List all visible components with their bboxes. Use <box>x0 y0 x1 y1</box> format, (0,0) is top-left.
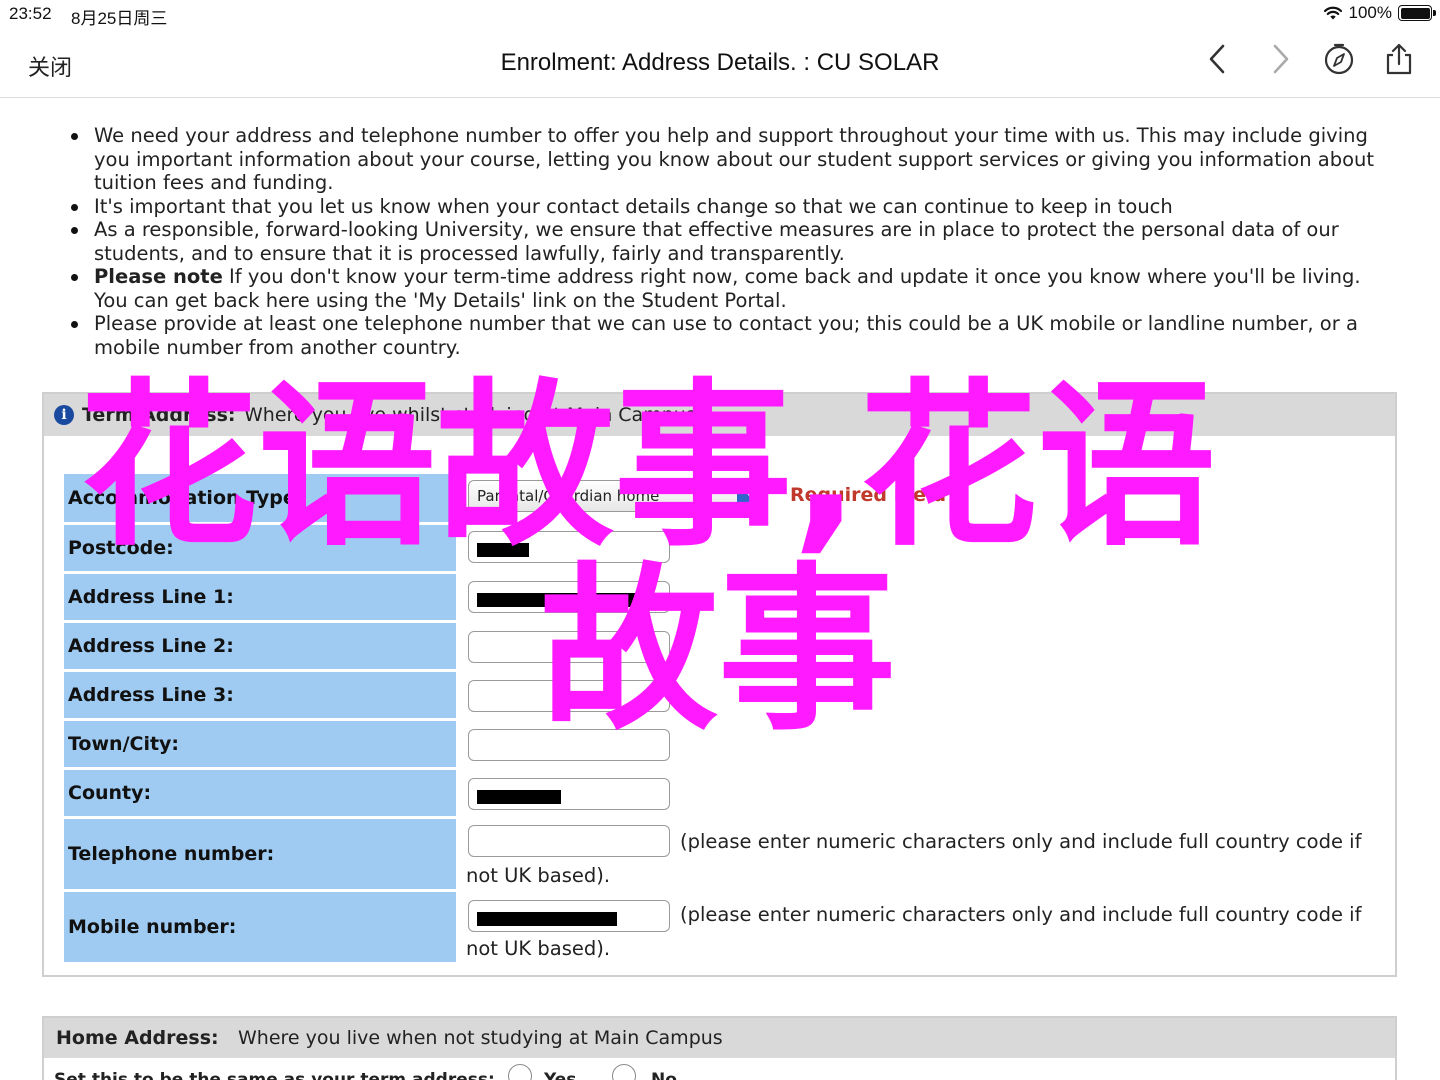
mobile-hint: (please enter numeric characters only an… <box>466 903 1362 960</box>
share-icon[interactable] <box>1382 42 1416 76</box>
term-address-description: Where you live whilst studying at Main C… <box>244 404 702 426</box>
address-line-2-row: Address Line 2: <box>64 623 1384 669</box>
accommodation-type-select[interactable]: Parental/Guardian home <box>468 480 768 512</box>
redacted-value <box>477 790 561 804</box>
telephone-field: (please enter numeric characters only an… <box>466 819 1384 889</box>
address-line-1-label: Address Line 1: <box>64 574 456 620</box>
mobile-field: (please enter numeric characters only an… <box>466 892 1384 962</box>
county-label: County: <box>64 770 456 816</box>
address-line-3-label: Address Line 3: <box>64 672 456 718</box>
browser-navbar: 关闭 Enrolment: Address Details. : CU SOLA… <box>0 28 1440 98</box>
no-radio[interactable] <box>612 1064 636 1080</box>
postcode-input[interactable] <box>468 531 670 563</box>
nav-icon-group <box>1202 42 1416 76</box>
redacted-value <box>477 593 657 607</box>
postcode-field <box>468 525 1384 571</box>
chevron-right-icon[interactable] <box>1262 42 1296 76</box>
accommodation-type-label: Accommodation Type: <box>64 474 456 522</box>
list-item: It's important that you let us know when… <box>70 195 1400 219</box>
battery-percent: 100% <box>1348 3 1392 22</box>
chevron-down-icon[interactable] <box>737 481 767 511</box>
address-line-2-label: Address Line 2: <box>64 623 456 669</box>
mobile-label: Mobile number: <box>64 892 456 962</box>
accommodation-type-value: Parental/Guardian home <box>477 487 660 505</box>
same-as-term-question: Set this to be the same as your term add… <box>54 1070 495 1080</box>
address-line-2-field <box>468 623 1384 669</box>
chevron-left-icon[interactable] <box>1202 42 1236 76</box>
county-field <box>468 770 1384 816</box>
home-address-header: Home Address: Where you live when not st… <box>44 1018 1395 1058</box>
term-address-panel: i Term Address: Where you live whilst st… <box>42 392 1397 977</box>
list-item: We need your address and telephone numbe… <box>70 124 1400 195</box>
telephone-hint: (please enter numeric characters only an… <box>466 830 1362 887</box>
mobile-row: Mobile number: (please enter numeric cha… <box>64 892 1384 962</box>
address-line-1-row: Address Line 1: <box>64 574 1384 620</box>
intro-bullet-list: We need your address and telephone numbe… <box>70 124 1400 359</box>
list-item: Please provide at least one telephone nu… <box>70 312 1400 359</box>
address-line-1-field <box>468 574 1384 620</box>
town-city-row: Town/City: <box>64 721 1384 767</box>
county-row: County: <box>64 770 1384 816</box>
info-icon: i <box>54 405 74 425</box>
status-bar: 23:52 8月25日周三 100% <box>0 0 1440 28</box>
status-date: 8月25日周三 <box>71 9 168 28</box>
status-time: 23:52 <box>9 4 52 23</box>
yes-radio-label: Yes <box>544 1070 577 1080</box>
town-city-field <box>468 721 1384 767</box>
intro-text: We need your address and telephone numbe… <box>70 124 1400 359</box>
accommodation-type-field: Parental/Guardian home Required Field <box>468 474 1384 522</box>
telephone-label: Telephone number: <box>64 819 456 889</box>
battery-icon <box>1398 5 1436 21</box>
county-input[interactable] <box>468 778 670 810</box>
status-right: 100% <box>1323 3 1436 23</box>
address-line-1-input[interactable] <box>468 581 670 613</box>
please-note-text: If you don't know your term-time address… <box>94 265 1361 312</box>
term-address-heading: Term Address: <box>82 404 236 426</box>
town-city-label: Town/City: <box>64 721 456 767</box>
telephone-row: Telephone number: (please enter numeric … <box>64 819 1384 889</box>
term-address-header: i Term Address: Where you live whilst st… <box>44 394 1395 436</box>
yes-radio[interactable] <box>508 1064 532 1080</box>
home-address-panel: Home Address: Where you live when not st… <box>42 1016 1397 1080</box>
compass-icon[interactable] <box>1322 42 1356 76</box>
wifi-icon <box>1323 6 1342 20</box>
please-note-label: Please note <box>94 265 223 288</box>
home-address-heading: Home Address: <box>56 1027 219 1049</box>
address-line-3-row: Address Line 3: <box>64 672 1384 718</box>
home-address-description: Where you live when not studying at Main… <box>238 1027 723 1049</box>
required-field-label: Required Field <box>790 484 947 506</box>
redacted-value <box>477 543 529 557</box>
postcode-row: Postcode: <box>64 525 1384 571</box>
list-item: As a responsible, forward-looking Univer… <box>70 218 1400 265</box>
no-radio-label: No <box>651 1070 677 1080</box>
town-city-input[interactable] <box>468 729 670 761</box>
address-line-3-field <box>468 672 1384 718</box>
address-line-2-input[interactable] <box>468 631 670 663</box>
accommodation-type-row: Accommodation Type: Parental/Guardian ho… <box>64 474 1384 522</box>
list-item: Please note If you don't know your term-… <box>70 265 1400 312</box>
address-line-3-input[interactable] <box>468 680 670 712</box>
postcode-label: Postcode: <box>64 525 456 571</box>
